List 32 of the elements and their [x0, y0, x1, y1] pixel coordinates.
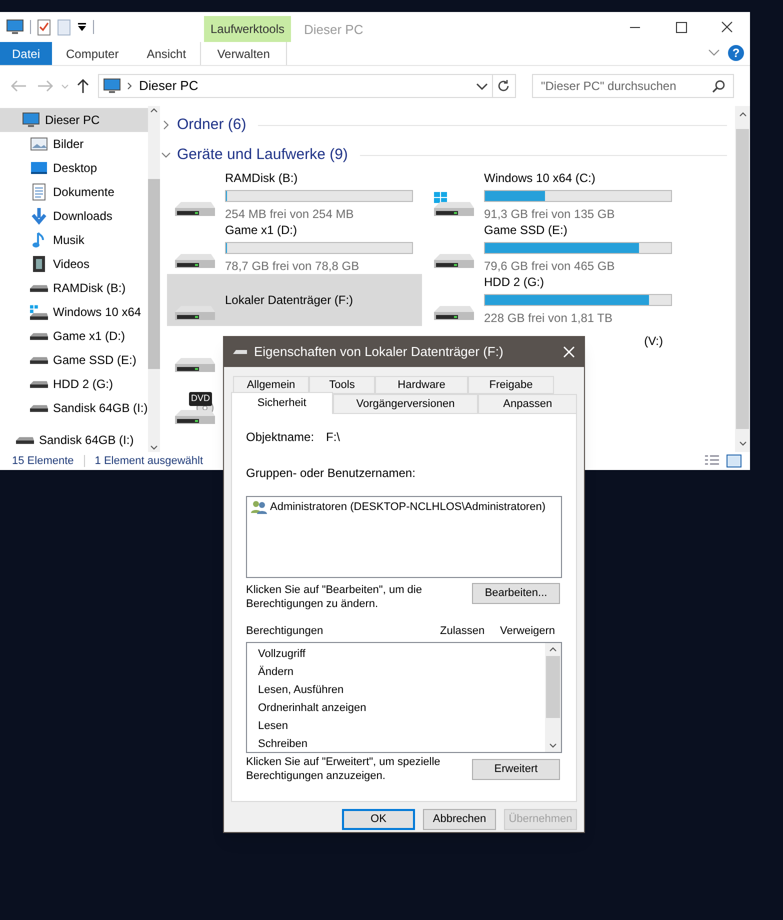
permission-name: Vollzugriff [258, 646, 306, 662]
column-header: Verweigern [500, 624, 556, 639]
context-tab-header: Laufwerktools [204, 16, 291, 42]
window-title: Dieser PC [304, 21, 364, 39]
drive-label: (V:) [644, 333, 663, 350]
field-label: Berechtigungen [246, 624, 324, 639]
drive-label: Game x1 (D:) [225, 222, 298, 239]
item-count: 15 Elemente [12, 454, 74, 469]
free-space-text: 91,3 GB frei von 135 GB [484, 206, 616, 223]
hint-text: Klicken Sie auf "Erweitert", um spezielle Berechtigungen anzuzeigen. [246, 754, 442, 782]
free-space-text: 228 GB frei von 1,81 TB [484, 310, 614, 327]
selection-count: 1 Element ausgewählt [94, 454, 203, 469]
permission-name: Ordnerinhalt anzeigen [258, 700, 368, 716]
hint-text: Klicken Sie auf "Bearbeiten", um die Berechtigungen zu ändern. [246, 583, 423, 611]
dialog-title: Eigenschaften von Lokaler Datenträger (F:) [254, 343, 504, 362]
drive-label: Windows 10 x64 (C:) [484, 170, 596, 187]
permission-name: Schreiben [258, 736, 309, 752]
permission-name: Lesen [258, 718, 289, 734]
permission-name: Ändern [258, 664, 294, 680]
drive-label: RAMDisk (B:) [225, 170, 299, 187]
permission-name: Lesen, Ausführen [258, 682, 345, 698]
drive-label: Lokaler Datenträger (F:) [225, 292, 354, 309]
field-label: Objektname: [246, 429, 316, 446]
field-label: Gruppen- oder Benutzernamen: [246, 465, 416, 482]
free-space-text: 254 MB frei von 254 MB [225, 206, 355, 223]
drive-label: HDD 2 (G:) [484, 274, 545, 291]
free-space-text: 79,6 GB frei von 465 GB [484, 258, 616, 275]
drive-label: Game SSD (E:) [484, 222, 568, 239]
dvd-badge: DVD [189, 392, 212, 406]
column-header: Zulassen [440, 624, 486, 639]
object-name: F:\ [326, 429, 340, 446]
free-space-text: 78,7 GB frei von 78,8 GB [225, 258, 360, 275]
